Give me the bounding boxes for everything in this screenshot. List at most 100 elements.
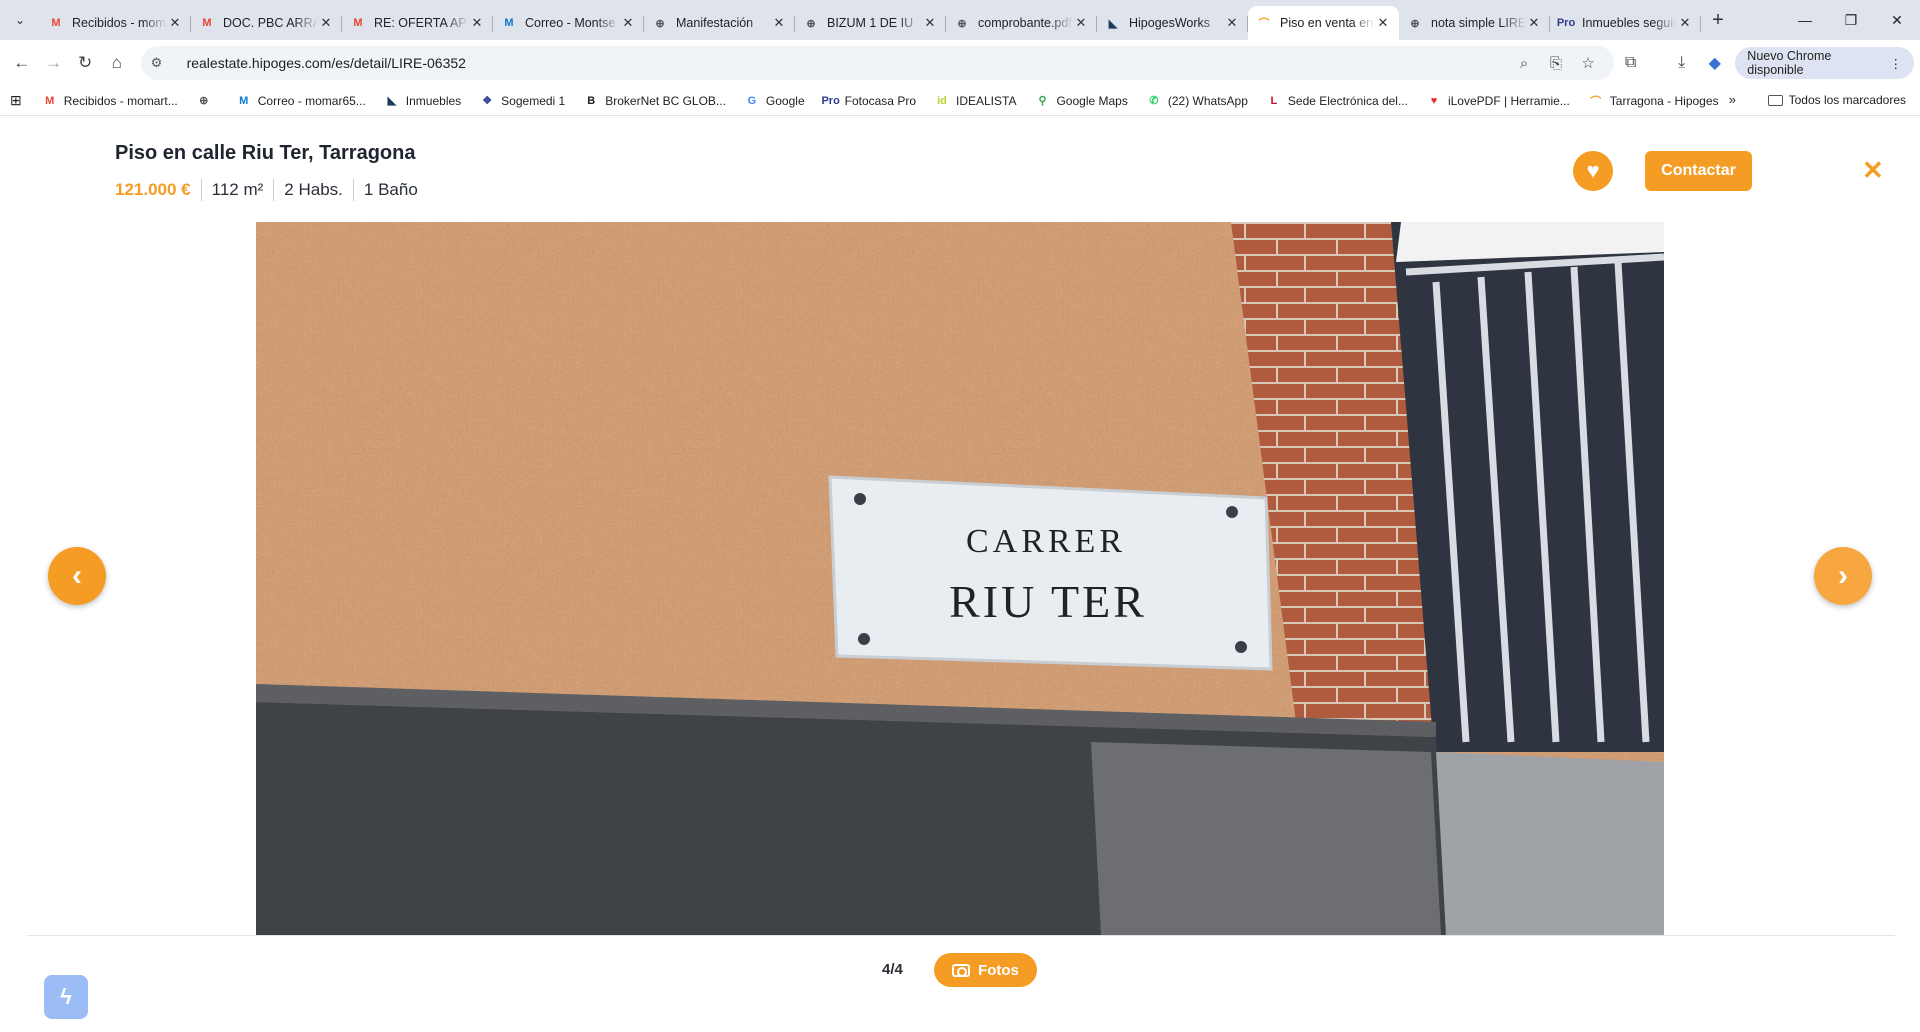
bookmark-label: Inmuebles [405,93,462,108]
photos-button[interactable]: Fotos [934,953,1037,987]
close-tab-icon[interactable]: ✕ [1073,15,1089,31]
browser-tab[interactable]: ⊕ nota simple LIRE ✕ [1399,6,1550,40]
extensions-icon[interactable]: ⧉ [1614,54,1647,72]
gmail-icon: M [202,17,212,29]
browser-tab[interactable]: ⌒ Piso en venta en ✕ [1248,6,1399,40]
favorite-heart-button[interactable]: ♥ [1573,151,1613,191]
brokernet-icon: B [587,94,596,107]
close-icon[interactable]: ✕ [1862,155,1884,186]
floating-widget-button[interactable]: ϟ [44,975,88,1019]
globe-icon: ⊕ [806,17,816,30]
browser-tab[interactable]: M DOC. PBC ARRAS✕ [191,6,342,40]
browser-tab[interactable]: ◣ HipogesWorks ✕ [1097,6,1248,40]
chevron-left-icon: ‹ [72,559,82,592]
tab-title: BIZUM 1 DE IU [827,16,914,30]
close-window-icon[interactable]: ✕ [1874,0,1920,40]
photo-counter: 4/4 [882,961,903,978]
close-tab-icon[interactable]: ✕ [318,15,334,31]
bookmark-item[interactable]: M Recibidos - momart... [42,93,178,109]
reload-icon[interactable]: ↻ [69,46,101,80]
fotocasa-pro-icon: Pro [821,94,840,107]
divider [273,179,275,201]
bookmark-item[interactable]: ⊕ [196,93,218,109]
extension-badge-icon[interactable]: ◆ [1698,53,1731,73]
bookmark-item[interactable]: ✆ (22) WhatsApp [1146,93,1248,109]
all-bookmarks-button[interactable]: Todos los marcadores [1767,93,1906,107]
apps-grid-icon[interactable]: ⊞ [10,92,22,109]
photos-label: Fotos [978,961,1019,979]
browser-tab[interactable]: M Recibidos - momart✕ [40,6,191,40]
chrome-update-button[interactable]: Nuevo Chrome disponible ⋮ [1735,47,1914,79]
listing-baths: 1 Baño [363,180,418,199]
toolbar-actions: ⧉ ⤓ ◆ Nuevo Chrome disponible ⋮ [1614,47,1914,79]
tab-list: MRecibidos - momart✕MDOC. PBC ARRAS✕MRE:… [40,0,1701,40]
bookmark-item[interactable]: Pro Fotocasa Pro [821,93,916,109]
tab-title: RE: OFERTA APTO [374,16,469,30]
bookmark-item[interactable]: id IDEALISTA [934,93,1016,109]
site-settings-icon[interactable]: ⚙ [151,55,173,71]
bookmark-item[interactable]: M Correo - momar65... [236,93,366,109]
idealista-icon: id [937,94,947,107]
bookmark-item[interactable]: B BrokerNet BC GLOB... [583,93,726,109]
tab-title: comprobante.pdf [978,16,1072,30]
tab-title: Piso en venta en [1280,16,1374,30]
bookmark-label: IDEALISTA [956,93,1017,108]
close-tab-icon[interactable]: ✕ [771,15,787,31]
close-tab-icon[interactable]: ✕ [922,15,938,31]
previous-photo-button[interactable]: ‹ [48,547,106,605]
close-tab-icon[interactable]: ✕ [1224,15,1240,31]
bookmark-item[interactable]: ❖ Sogemedi 1 [479,93,565,109]
divider [352,179,354,201]
new-tab-button[interactable]: + [1701,3,1735,37]
close-tab-icon[interactable]: ✕ [167,15,183,31]
tab-title: HipogesWorks [1129,16,1211,30]
forward-icon[interactable]: → [38,46,70,80]
download-icon[interactable]: ⤓ [1665,54,1698,72]
address-bar[interactable]: ⚙ realestate.hipoges.com/es/detail/LIRE-… [140,46,1615,80]
bookmark-item[interactable]: ⌒ Tarragona - Hipoges [1588,93,1718,109]
browser-tab[interactable]: M Correo - Montse ✕ [493,6,644,40]
minimize-icon[interactable]: — [1782,0,1828,40]
bookmark-item[interactable]: G Google [744,93,805,109]
back-icon[interactable]: ← [6,46,38,80]
window-controls: — ❐ ✕ [1782,0,1920,40]
browser-tab[interactable]: M RE: OFERTA APTO✕ [342,6,493,40]
heart-icon: ♥ [1586,158,1600,183]
bookmark-item[interactable]: ♥ iLovePDF | Herramie... [1426,93,1570,109]
close-tab-icon[interactable]: ✕ [1677,15,1693,31]
close-tab-icon[interactable]: ✕ [469,15,485,31]
close-tab-icon[interactable]: ✕ [620,15,636,31]
bookmark-item[interactable]: L Sede Electrónica del... [1266,93,1408,109]
browser-tab[interactable]: ⊕ Manifestación ✕ [644,6,795,40]
bookmark-star-icon[interactable]: ☆ [1572,54,1604,72]
more-bookmarks-icon[interactable]: » [1729,92,1736,107]
bookmark-item[interactable]: ◣ Inmuebles [384,93,462,109]
browser-tab[interactable]: ⊕ BIZUM 1 DE IU ✕ [795,6,946,40]
globe-icon: ⊕ [1410,17,1420,30]
close-tab-icon[interactable]: ✕ [1526,15,1542,31]
bookmark-item[interactable]: ⚲ Google Maps [1034,93,1127,109]
sign-line-1: CARRER [966,523,1126,560]
menu-dots-icon[interactable]: ⋮ [1890,56,1903,71]
browser-tab[interactable]: Pro Inmuebles seguidos✕ [1550,6,1701,40]
install-app-icon[interactable]: ⎘ [1540,55,1572,72]
hipoges-icon: ◣ [387,95,397,107]
restore-icon[interactable]: ❐ [1828,0,1874,40]
chrome-update-label: Nuevo Chrome disponible [1747,49,1832,77]
movistar-icon: M [504,17,514,29]
url-text[interactable]: realestate.hipoges.com/es/detail/LIRE-06… [187,55,1509,71]
hipoges-realestate-icon: ⌒ [1590,95,1602,108]
browser-tab[interactable]: ⊕ comprobante.pdf ✕ [946,6,1097,40]
next-photo-button[interactable]: › [1814,547,1872,605]
close-tab-icon[interactable]: ✕ [1375,15,1391,31]
listing-photo: CARRER RIU TER [256,222,1664,935]
sogemedi-icon: ❖ [482,95,493,107]
home-icon[interactable]: ⌂ [101,46,133,80]
bookmark-label: Correo - momar65... [257,93,366,108]
contact-button[interactable]: Contactar [1645,151,1752,191]
maps-pin-icon: ⚲ [1038,95,1047,107]
tab-title: Recibidos - momart [72,16,167,30]
tab-search-chevron-icon[interactable]: ⌄ [0,0,40,40]
zoom-icon[interactable]: ⌕ [1508,55,1540,72]
all-bookmarks-label: Todos los marcadores [1788,93,1906,107]
